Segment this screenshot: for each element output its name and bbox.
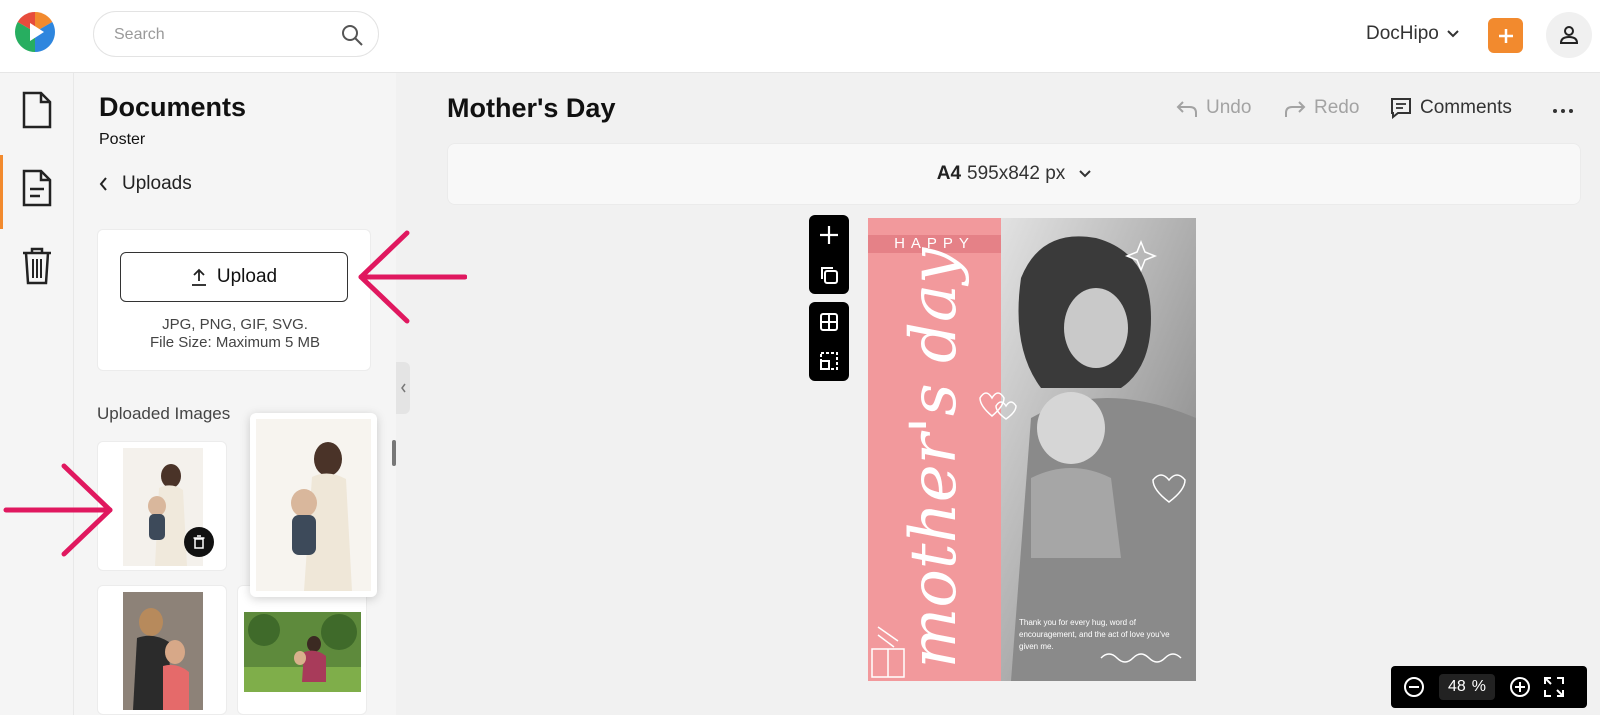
zoom-out-icon [1404,677,1424,697]
upload-button[interactable]: Upload [120,252,348,302]
top-bar: DocHipo [0,0,1600,73]
page-layout-tools [809,302,849,381]
zoom-controls: 48 % [1391,666,1587,708]
fit-screen-icon [1544,677,1564,697]
redo-label: Redo [1314,97,1360,118]
canvas-caption-text[interactable]: Thank you for every hug, word of encoura… [1019,617,1179,653]
trash-icon [23,247,51,285]
mother-child-garden-photo-icon [244,612,361,692]
uploaded-images-label: Uploaded Images [97,404,231,423]
gift-box-icon [871,626,905,678]
search-box [93,11,379,57]
collapse-panel-button[interactable] [396,362,410,414]
uploaded-image-preview[interactable] [250,413,377,597]
search-icon[interactable] [340,23,364,47]
panel-scrollbar[interactable] [392,440,396,466]
grid-icon[interactable] [819,312,839,332]
design-canvas[interactable]: HAPPY mother's day Thank you for every h… [868,218,1196,681]
redo-icon [1285,101,1306,117]
delete-image-button[interactable] [184,527,214,557]
more-options-icon[interactable] [1551,107,1575,115]
upload-hint-formats: JPG, PNG, GIF, SVG. [162,316,308,333]
page-size-dims: 595x842 px [967,163,1066,184]
user-icon [1559,26,1579,44]
upload-button-label: Upload [216,266,278,287]
mother-baby-bw-photo-icon[interactable] [1001,218,1196,681]
rail-item-documents[interactable] [0,73,74,147]
document-title[interactable]: Mother's Day [447,93,615,124]
zoom-unit: % [1471,678,1487,695]
page-add-tools [809,215,849,294]
redo-button[interactable]: Redo [1284,97,1359,119]
chevron-left-icon [400,383,406,393]
undo-label: Undo [1206,97,1252,118]
undo-icon [1176,101,1197,117]
plus-icon [1498,28,1513,43]
comments-button[interactable]: Comments [1390,97,1512,119]
template-document-icon [22,169,52,207]
mother-daughter-photo-icon [123,592,203,710]
uploads-panel: Documents Poster Uploads Upload JPG, PNG… [74,73,396,715]
annotation-arrow-upload-icon [358,230,467,324]
mother-baby-photo-large-icon [256,419,371,591]
zoom-in-icon [1510,677,1530,697]
uploaded-image-thumb[interactable] [97,585,227,715]
workspace-menu-label: DocHipo [1366,23,1439,44]
back-label: Uploads [122,173,192,194]
dochipo-logo-icon[interactable] [14,11,56,53]
chevron-left-icon [99,177,107,191]
panel-title: Documents [99,92,247,122]
trash-icon [193,535,205,549]
upload-hint: JPG, PNG, GIF, SVG. File Size: Maximum 5… [98,316,372,352]
chevron-down-icon [1447,30,1459,38]
back-to-uploads[interactable]: Uploads [99,173,192,195]
workspace-menu[interactable]: DocHipo [1366,21,1459,47]
zoom-value: 48 [1447,678,1466,695]
panel-subtitle: Poster [99,131,146,148]
page-size-name: A4 [936,163,962,184]
search-input[interactable] [114,24,324,46]
rail-item-templates[interactable] [0,151,74,229]
upload-card: Upload JPG, PNG, GIF, SVG. File Size: Ma… [97,229,371,371]
zoom-level[interactable]: 48 % [1439,674,1495,700]
add-page-icon[interactable] [818,224,840,246]
comments-label: Comments [1420,97,1512,118]
fit-screen-button[interactable] [1537,670,1571,704]
resize-select-icon[interactable] [819,351,839,371]
duplicate-page-icon[interactable] [819,265,839,285]
uploaded-image-thumb[interactable] [237,585,367,715]
document-icon [22,91,52,129]
zoom-in-button[interactable] [1503,670,1537,704]
comment-icon [1391,98,1411,119]
hearts-outline-icon [979,392,1017,420]
annotation-arrow-thumbnail-icon [3,463,113,557]
undo-button[interactable]: Undo [1176,97,1251,119]
create-new-button[interactable] [1488,18,1523,53]
left-rail [0,73,74,715]
zoom-out-button[interactable] [1397,670,1431,704]
rail-item-trash[interactable] [0,229,74,303]
account-button[interactable] [1546,12,1592,58]
chevron-down-icon [1079,170,1091,178]
page-size-selector[interactable]: A4 595x842 px [447,143,1581,205]
upload-hint-size: File Size: Maximum 5 MB [149,334,321,351]
mothers-day-script-text[interactable]: mother's day [897,248,971,669]
upload-arrow-icon [191,268,206,286]
